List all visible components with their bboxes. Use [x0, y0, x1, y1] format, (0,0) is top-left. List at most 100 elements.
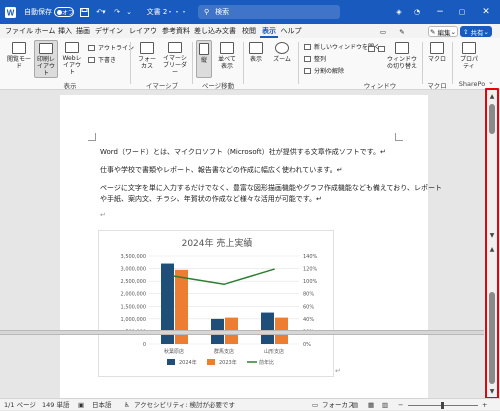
paragraph-1[interactable]: Word（ワード）とは、マイクロソフト（Microsoft）社が提供する文章作成…: [100, 147, 386, 157]
tab-review[interactable]: 校閲: [240, 24, 258, 38]
tab-file[interactable]: ファイル: [4, 24, 34, 38]
group-divider: [130, 42, 131, 84]
immersive-reader-button[interactable]: イマーシブリーダー: [160, 42, 190, 76]
accessibility-status[interactable]: アクセシビリティ: 検討が必要です: [134, 399, 235, 411]
tab-design[interactable]: デザイン: [92, 24, 126, 38]
web-layout-icon: [65, 42, 79, 53]
editing-mode-icon[interactable]: ✎: [394, 26, 410, 37]
svg-text:W: W: [6, 8, 14, 17]
web-layout-view-icon[interactable]: ▥: [382, 399, 388, 411]
zoom-slider-thumb[interactable]: [441, 402, 444, 409]
legend-label: 前年比: [259, 359, 274, 366]
focus-button[interactable]: フォーカス: [134, 42, 160, 76]
collapse-ribbon-icon[interactable]: ⌄: [488, 78, 494, 86]
y-tick-label: 2,500,000: [121, 279, 146, 285]
page-count[interactable]: 1/1 ページ: [4, 399, 36, 411]
properties-icon: [462, 42, 476, 54]
split-icon: [304, 67, 311, 74]
y2-tick-label: 100%: [303, 279, 318, 285]
focus-mode[interactable]: フォーカス: [322, 399, 355, 411]
outline-button[interactable]: アウトライン: [88, 43, 134, 52]
y-tick-label: 2,000,000: [121, 292, 146, 298]
tab-view[interactable]: 表示: [260, 24, 278, 38]
save-icon[interactable]: [78, 0, 90, 24]
y-tick-label: 1,000,000: [121, 317, 146, 323]
document-status[interactable]: ・・・: [167, 0, 188, 24]
vertical-button[interactable]: 縦: [196, 40, 212, 78]
chevron-down-icon: ⌄: [483, 27, 489, 36]
tab-references[interactable]: 参考資料: [160, 24, 192, 38]
paragraph-mark: ↵: [100, 211, 106, 219]
macros-button[interactable]: マクロ: [426, 42, 448, 76]
account-icon[interactable]: ◔: [410, 0, 424, 24]
accessibility-icon: ♿: [124, 401, 130, 409]
read-mode-view-icon[interactable]: ▤: [352, 399, 358, 411]
comments-icon[interactable]: ▭: [378, 26, 388, 37]
legend-label: 2023年: [219, 359, 237, 366]
word-count[interactable]: 149 単語: [42, 399, 69, 411]
properties-button[interactable]: プロパティ: [456, 42, 482, 76]
legend-label: 2024年: [179, 359, 197, 366]
bar-2024年: [261, 312, 274, 344]
y-tick-label: 0: [143, 342, 146, 348]
web-layout-button[interactable]: Webレイアウト: [60, 42, 84, 76]
tab-insert[interactable]: 挿入: [56, 24, 74, 38]
editing-button[interactable]: ✎ 編集 ⌄: [428, 26, 458, 37]
line-point: [223, 283, 225, 286]
side-by-side-button[interactable]: 並べて表示: [214, 42, 240, 76]
y2-tick-label: 120%: [303, 267, 318, 273]
language[interactable]: 日本語: [92, 399, 112, 411]
zoom-out-button[interactable]: −: [398, 399, 403, 411]
tab-home[interactable]: ホーム: [34, 24, 56, 38]
close-button[interactable]: ✕: [475, 0, 497, 24]
arrange-all-button[interactable]: 整列: [304, 54, 326, 63]
paragraph-3[interactable]: ページに文字を単に入力するだけでなく、豊富な図形描画機能やグラフ作成機能なども備…: [100, 183, 442, 193]
legend-swatch: [207, 359, 215, 365]
draft-button[interactable]: 下書き: [88, 55, 116, 64]
remove-split-button[interactable]: 分割の解除: [304, 66, 344, 75]
read-mode-button[interactable]: 閲覧モード: [6, 42, 32, 76]
show-button[interactable]: 表示: [246, 42, 266, 76]
arrange-icon: [304, 55, 311, 62]
group-label-immersive: イマーシブ: [145, 82, 179, 90]
group-label-macros: マクロ: [427, 82, 447, 90]
window-split-bar[interactable]: [0, 330, 484, 335]
tab-help[interactable]: ヘルプ: [280, 24, 302, 38]
print-layout-view-icon[interactable]: ▦: [368, 399, 374, 411]
undo-icon[interactable]: ↶▾: [92, 0, 110, 24]
proofing-icon[interactable]: ▣: [78, 399, 84, 411]
tab-mailings[interactable]: 差し込み文書: [192, 24, 238, 38]
zoom-button[interactable]: ズーム: [270, 42, 294, 76]
draft-icon: [88, 56, 95, 63]
focus-mode-icon[interactable]: ▭: [312, 399, 318, 411]
legend-swatch: [167, 359, 175, 365]
redo-icon[interactable]: ↷: [112, 0, 122, 24]
y2-tick-label: 80%: [303, 292, 314, 298]
minimize-button[interactable]: −: [430, 0, 450, 24]
group-label-views: 表示: [63, 82, 77, 90]
y-tick-label: 3,500,000: [121, 254, 146, 260]
pencil-icon: ✎: [430, 27, 436, 36]
zoom-in-button[interactable]: +: [482, 399, 487, 411]
group-divider: [452, 42, 453, 84]
share-icon: ⇪: [463, 27, 469, 36]
print-layout-button[interactable]: 印刷レイアウト: [34, 40, 58, 78]
read-mode-icon: [12, 42, 26, 54]
group-divider: [298, 42, 299, 84]
margin-corner: [88, 133, 96, 141]
y2-tick-label: 40%: [303, 317, 314, 323]
tab-draw[interactable]: 描画: [74, 24, 92, 38]
quick-access-more-icon[interactable]: ⌄: [124, 0, 134, 24]
paragraph-3-cont[interactable]: や手紙、案内文、チラシ、年賀状の作成など様々な活用が可能です。↵: [100, 194, 322, 204]
document-page[interactable]: Word（ワード）とは、マイクロソフト（Microsoft）社が提供する文章作成…: [60, 95, 442, 398]
search-box[interactable]: ⚲ 検索: [198, 5, 340, 19]
sales-chart[interactable]: 2024年 売上実績 3,500,000 3,000,000 2,500,000 2,0…: [98, 230, 334, 377]
copilot-icon[interactable]: ◈: [392, 0, 406, 24]
paragraph-2[interactable]: 仕事や学校で書類やレポート、報告書などの作成に幅広く使われています。↵: [100, 165, 342, 175]
switch-window-button[interactable]: ウィンドウの切り替え: [384, 42, 420, 76]
maximize-button[interactable]: ▢: [452, 0, 472, 24]
tab-layout[interactable]: レイアウト: [126, 24, 160, 49]
share-button[interactable]: ⇪ 共有 ⌄: [460, 26, 492, 37]
y2-tick-label: 0%: [303, 342, 311, 348]
zoom-slider[interactable]: [408, 402, 478, 409]
